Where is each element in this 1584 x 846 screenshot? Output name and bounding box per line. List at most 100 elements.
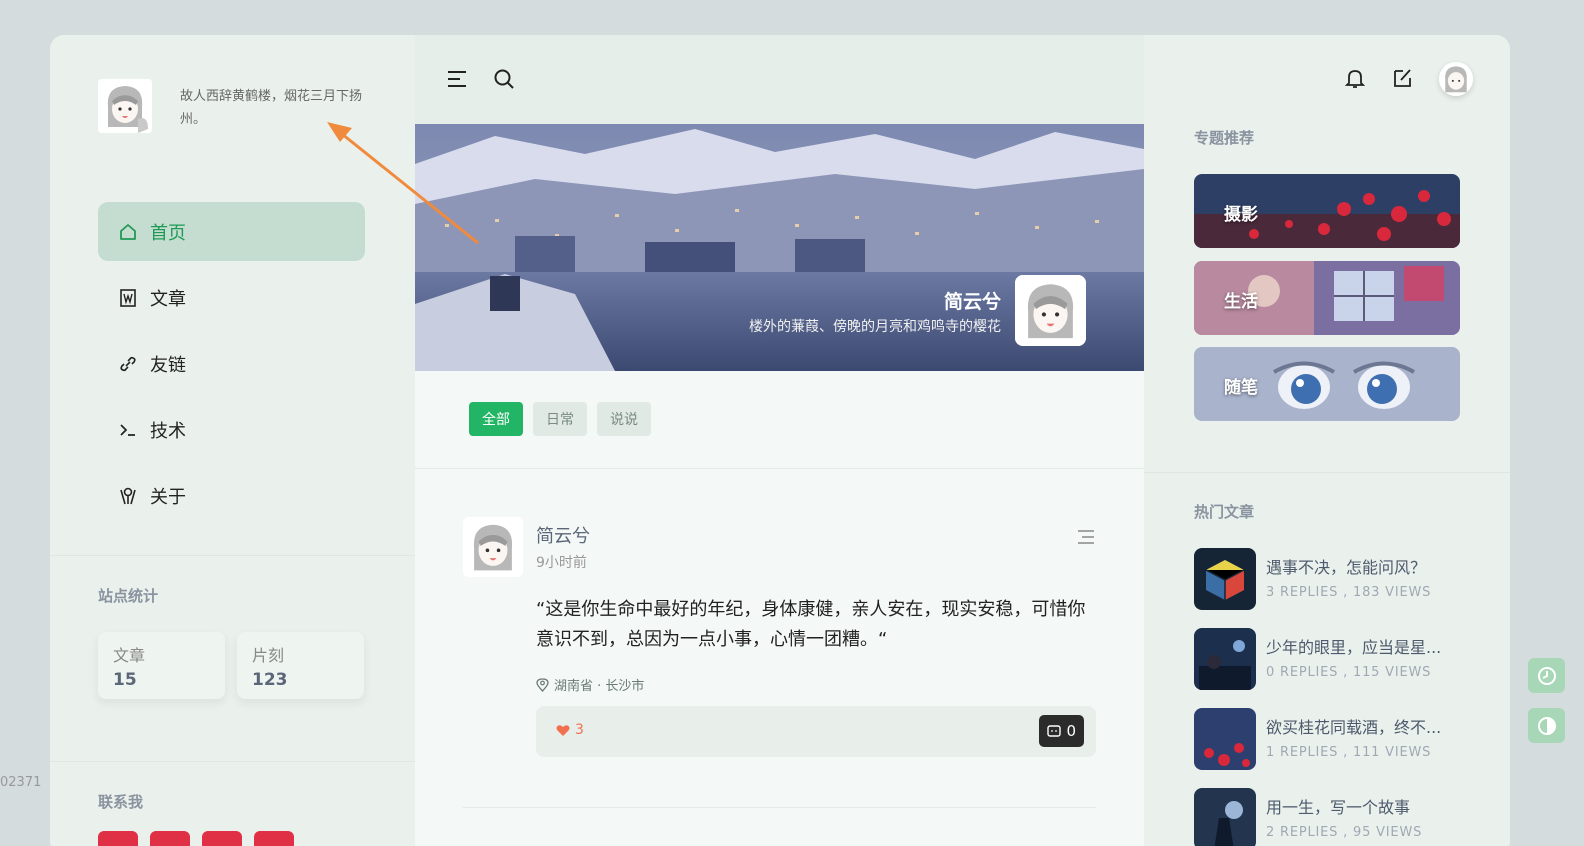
stat-value-moments: 123	[252, 670, 288, 690]
heart-icon	[556, 724, 570, 736]
banner-avatar[interactable]	[1015, 275, 1086, 346]
stat-value-articles: 15	[113, 670, 137, 690]
about-icon	[118, 486, 138, 506]
app-frame: 故人西辞黄鹤楼，烟花三月下扬州。 首页 文章 友链 技术 关于 站点统计 文章 …	[50, 35, 1510, 846]
avatar-illustration	[1439, 62, 1473, 96]
contact-button-2[interactable]	[150, 831, 190, 846]
hot-post-thumbnail	[1194, 548, 1256, 610]
banner-owner-name: 简云兮	[943, 291, 1001, 313]
profile-banner: 简云兮 楼外的蒹葭、傍晚的月亮和鸡鸣寺的樱花	[415, 124, 1144, 371]
hot-post-meta: 2 REPLIES , 95 VIEWS	[1266, 825, 1423, 840]
avatar-illustration	[1015, 275, 1086, 346]
article-icon	[118, 288, 138, 308]
hot-post-thumbnail	[1194, 788, 1256, 846]
hot-post-thumbnail	[1194, 628, 1256, 690]
content-divider	[415, 468, 1144, 469]
menu-icon[interactable]	[446, 68, 468, 90]
comment-count: 0	[1066, 722, 1076, 740]
clock-icon	[1537, 666, 1556, 685]
nav-item-articles[interactable]: 文章	[98, 268, 365, 327]
stats-title: 站点统计	[98, 587, 159, 605]
contact-title: 联系我	[98, 793, 144, 811]
contact-icons	[98, 831, 294, 846]
bell-icon[interactable]	[1344, 67, 1366, 89]
filter-all[interactable]: 全部	[469, 402, 523, 436]
edge-text: 02371	[0, 775, 42, 790]
post-author[interactable]: 简云兮	[536, 522, 590, 548]
top-bar	[415, 35, 1144, 124]
right-sidebar: 专题推荐 摄影 生活 随笔 热门文章 遇事不决，怎能问风？ 3 REPLIES …	[1144, 35, 1510, 846]
user-avatar[interactable]	[1439, 62, 1473, 96]
hot-posts-title: 热门文章	[1194, 503, 1255, 521]
filter-tabs: 全部 日常 说说	[469, 402, 651, 436]
hot-post-thumbnail	[1194, 708, 1256, 770]
banner-signature: 楼外的蒹葭、傍晚的月亮和鸡鸣寺的樱花	[749, 319, 1001, 335]
main-nav: 首页 文章 友链 技术 关于	[98, 202, 365, 532]
contact-button-4[interactable]	[254, 831, 294, 846]
comment-icon	[1047, 724, 1062, 737]
link-icon	[118, 354, 138, 374]
topic-card-essay[interactable]: 随笔	[1194, 347, 1460, 421]
hot-post-meta: 1 REPLIES , 111 VIEWS	[1266, 745, 1432, 760]
hot-post-title: 少年的眼里，应当是星...	[1266, 638, 1442, 657]
like-count: 3	[575, 722, 584, 738]
topic-card-photography[interactable]: 摄影	[1194, 174, 1460, 248]
sidebar-divider	[50, 555, 415, 556]
hot-post-item[interactable]: 用一生，写一个故事 2 REPLIES , 95 VIEWS	[1194, 788, 1494, 846]
nav-item-home[interactable]: 首页	[98, 202, 365, 261]
nav-label-articles: 文章	[150, 288, 186, 310]
clock-float-button[interactable]	[1528, 658, 1565, 693]
nav-item-about[interactable]: 关于	[98, 466, 365, 525]
post-avatar[interactable]	[463, 517, 523, 577]
hot-post-item[interactable]: 欲买桂花同载酒，终不... 1 REPLIES , 111 VIEWS	[1194, 708, 1494, 770]
nav-label-tech: 技术	[150, 420, 186, 442]
topic-label-photography: 摄影	[1224, 205, 1258, 225]
post-location-text: 湖南省 · 长沙市	[554, 679, 645, 694]
terminal-icon	[118, 420, 138, 440]
profile	[98, 79, 152, 133]
right-divider	[1144, 472, 1510, 473]
topic-card-life[interactable]: 生活	[1194, 261, 1460, 335]
post-text: “这是你生命中最好的年纪，身体康健，亲人安在，现实安稳，可惜你意识不到，总因为一…	[536, 599, 1086, 650]
post-time: 9小时前	[536, 555, 587, 571]
sidebar-divider-2	[50, 761, 415, 762]
left-sidebar: 故人西辞黄鹤楼，烟花三月下扬州。 首页 文章 友链 技术 关于 站点统计 文章 …	[50, 35, 415, 846]
site-avatar[interactable]	[98, 79, 152, 133]
stat-label-moments: 片刻	[252, 646, 285, 665]
post-location: 湖南省 · 长沙市	[536, 675, 644, 694]
stat-card-moments: 片刻 123	[237, 632, 364, 699]
main-content: 简云兮 楼外的蒹葭、傍晚的月亮和鸡鸣寺的樱花 全部 日常 说说 简云兮 9小时前…	[415, 35, 1144, 846]
filter-daily[interactable]: 日常	[533, 402, 587, 436]
hot-post-meta: 0 REPLIES , 115 VIEWS	[1266, 665, 1432, 680]
edit-icon[interactable]	[1391, 67, 1413, 89]
nav-label-home: 首页	[150, 222, 186, 244]
post-menu-icon[interactable]	[1076, 529, 1096, 545]
search-icon[interactable]	[493, 68, 515, 90]
nav-label-about: 关于	[150, 486, 186, 508]
like-button[interactable]: 3	[556, 722, 584, 738]
hot-post-title: 欲买桂花同载酒，终不...	[1266, 718, 1442, 737]
hot-post-title: 用一生，写一个故事	[1266, 798, 1411, 817]
hot-post-item[interactable]: 遇事不决，怎能问风？ 3 REPLIES , 183 VIEWS	[1194, 548, 1494, 610]
nav-label-links: 友链	[150, 354, 186, 376]
stat-label-articles: 文章	[113, 646, 146, 665]
post-separator	[463, 807, 1096, 808]
theme-float-button[interactable]	[1528, 708, 1565, 743]
avatar-illustration	[463, 517, 523, 577]
stat-card-articles: 文章 15	[98, 632, 225, 699]
hot-post-item[interactable]: 少年的眼里，应当是星... 0 REPLIES , 115 VIEWS	[1194, 628, 1494, 690]
home-icon	[118, 222, 138, 242]
contact-button-3[interactable]	[202, 831, 242, 846]
filter-says[interactable]: 说说	[597, 402, 651, 436]
site-motto: 故人西辞黄鹤楼，烟花三月下扬州。	[180, 89, 363, 127]
avatar-illustration	[98, 79, 152, 133]
hot-post-meta: 3 REPLIES , 183 VIEWS	[1266, 585, 1432, 600]
contact-button-1[interactable]	[98, 831, 138, 846]
topics-title: 专题推荐	[1194, 129, 1255, 147]
post-actions: 3 0	[536, 706, 1096, 757]
comment-button[interactable]: 0	[1039, 715, 1084, 747]
topic-label-essay: 随笔	[1224, 378, 1258, 398]
nav-item-tech[interactable]: 技术	[98, 400, 365, 459]
nav-item-links[interactable]: 友链	[98, 334, 365, 393]
topic-label-life: 生活	[1224, 292, 1258, 312]
